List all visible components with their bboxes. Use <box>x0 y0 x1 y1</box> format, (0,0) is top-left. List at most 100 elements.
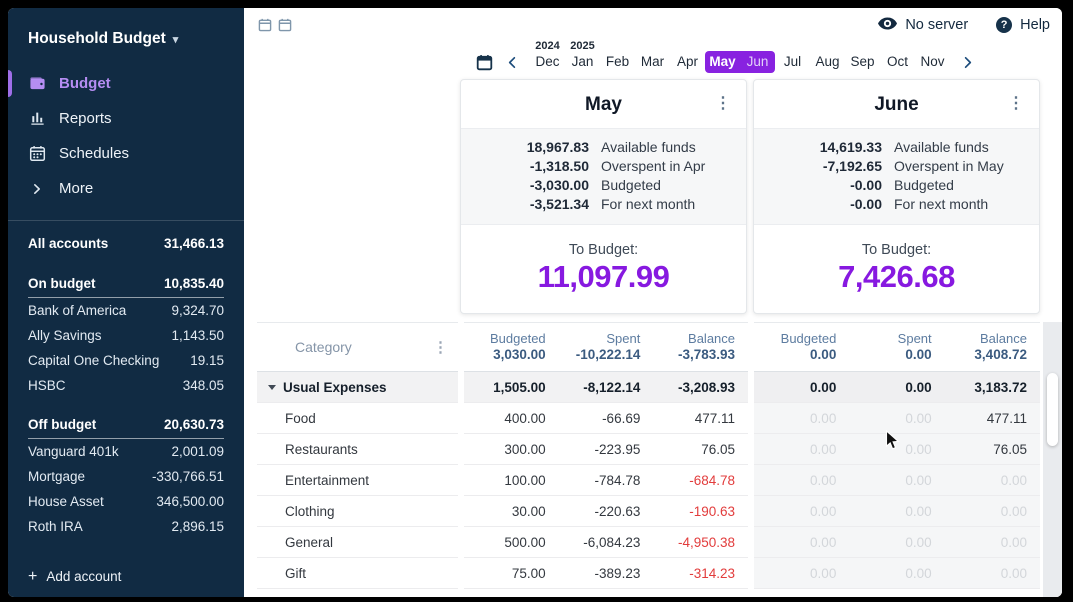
column-total[interactable]: -10,222.14 <box>576 347 641 363</box>
account-row-ally-savings[interactable]: Ally Savings 1,143.50 <box>28 323 224 348</box>
balance-cell[interactable]: -4,950.38 <box>653 527 748 558</box>
spent-cell[interactable]: -66.69 <box>559 403 654 434</box>
budgeted-cell[interactable]: 500.00 <box>464 527 559 558</box>
account-row-hsbc[interactable]: HSBC 348.05 <box>28 373 224 398</box>
category-name-cell[interactable]: Restaurants <box>257 434 458 465</box>
spent-cell[interactable]: -389.23 <box>559 558 654 589</box>
balance-cell[interactable]: 0.00 <box>945 558 1040 589</box>
budgeted-cell[interactable]: 0.00 <box>754 558 849 589</box>
balance-cell[interactable]: -314.23 <box>653 558 748 589</box>
month-mar[interactable]: Mar <box>635 51 670 73</box>
balance-cell[interactable]: 76.05 <box>945 434 1040 465</box>
category-name-cell[interactable]: Clothing <box>257 496 458 527</box>
to-budget-amount[interactable]: 7,426.68 <box>754 259 1039 295</box>
category-row-clothing[interactable]: Clothing 30.00 -220.63 -190.63 0.00 0.00… <box>257 496 1040 527</box>
kebab-menu-icon[interactable]: ⋮ <box>712 93 734 115</box>
category-group-row[interactable]: Usual Expenses 1,505.00 -8,122.14 -3,208… <box>257 372 1040 403</box>
budgeted-cell[interactable]: 300.00 <box>464 434 559 465</box>
balance-cell[interactable]: -190.63 <box>653 496 748 527</box>
budgeted-cell[interactable]: 400.00 <box>464 403 559 434</box>
budgeted-cell[interactable]: 100.00 <box>464 465 559 496</box>
sidebar-item-schedules[interactable]: Schedules <box>8 136 244 171</box>
month-picker-calendar-icon[interactable] <box>474 54 495 73</box>
category-name-cell[interactable]: Food <box>257 403 458 434</box>
budgeted-cell[interactable]: 30.00 <box>464 496 559 527</box>
group-name-cell[interactable]: Usual Expenses <box>257 372 458 403</box>
category-row-gift[interactable]: Gift 75.00 -389.23 -314.23 0.00 0.00 0.0… <box>257 558 1040 589</box>
month-aug[interactable]: Aug <box>810 51 845 73</box>
account-row-capital-one-checking[interactable]: Capital One Checking 19.15 <box>28 348 224 373</box>
previous-months-button[interactable] <box>495 55 530 73</box>
month-sep[interactable]: Sep <box>845 51 880 73</box>
balance-cell[interactable]: 0.00 <box>945 527 1040 558</box>
month-apr[interactable]: Apr <box>670 51 705 73</box>
category-row-entertainment[interactable]: Entertainment 100.00 -784.78 -684.78 0.0… <box>257 465 1040 496</box>
month-dec[interactable]: 2024 Dec <box>530 51 565 73</box>
category-name-cell[interactable]: General <box>257 527 458 558</box>
off-budget-row[interactable]: Off budget 20,630.73 <box>28 410 224 439</box>
balance-cell[interactable]: 0.00 <box>945 465 1040 496</box>
column-total[interactable]: 3,030.00 <box>493 347 546 363</box>
two-month-view-button[interactable] <box>278 18 292 32</box>
category-name-cell[interactable]: Gift <box>257 558 458 589</box>
account-row-vanguard-401k[interactable]: Vanguard 401k 2,001.09 <box>28 439 224 464</box>
help-button[interactable]: ? Help <box>996 17 1050 33</box>
column-total[interactable]: 0.00 <box>905 347 931 363</box>
budgeted-cell[interactable]: 0.00 <box>754 496 849 527</box>
spent-cell[interactable]: 0.00 <box>849 496 944 527</box>
spent-cell[interactable]: -784.78 <box>559 465 654 496</box>
spent-cell[interactable]: 0.00 <box>849 558 944 589</box>
budgeted-cell[interactable]: 75.00 <box>464 558 559 589</box>
column-total[interactable]: -3,783.93 <box>678 347 735 363</box>
account-row-bank-of-america[interactable]: Bank of America 9,324.70 <box>28 298 224 323</box>
sidebar-item-reports[interactable]: Reports <box>8 101 244 136</box>
category-row-restaurants[interactable]: Restaurants 300.00 -223.95 76.05 0.00 0.… <box>257 434 1040 465</box>
column-total[interactable]: 0.00 <box>810 347 836 363</box>
month-feb[interactable]: Feb <box>600 51 635 73</box>
spent-cell[interactable]: 0.00 <box>849 527 944 558</box>
budgeted-cell[interactable]: 0.00 <box>754 527 849 558</box>
add-account-button[interactable]: + Add account <box>28 569 121 584</box>
budgeted-cell[interactable]: 0.00 <box>754 403 849 434</box>
spent-cell[interactable]: 0.00 <box>849 465 944 496</box>
one-month-view-button[interactable] <box>258 18 272 32</box>
month-jan[interactable]: 2025 Jan <box>565 51 600 73</box>
category-row-food[interactable]: Food 400.00 -66.69 477.11 0.00 0.00 477.… <box>257 403 1040 434</box>
balance-cell[interactable]: 0.00 <box>945 496 1040 527</box>
budgeted-cell[interactable]: 0.00 <box>754 465 849 496</box>
next-months-button[interactable] <box>950 55 985 73</box>
balance-cell[interactable]: 477.11 <box>945 403 1040 434</box>
spent-cell[interactable]: -223.95 <box>559 434 654 465</box>
sidebar-item-budget[interactable]: Budget <box>8 66 244 101</box>
month-nov[interactable]: Nov <box>915 51 950 73</box>
spent-cell[interactable]: -6,084.23 <box>559 527 654 558</box>
account-row-roth-ira[interactable]: Roth IRA 2,896.15 <box>28 514 224 539</box>
month-jul[interactable]: Jul <box>775 51 810 73</box>
balance-cell[interactable]: 76.05 <box>653 434 748 465</box>
month-oct[interactable]: Oct <box>880 51 915 73</box>
budgeted-cell[interactable]: 0.00 <box>754 434 849 465</box>
category-name-cell[interactable]: Entertainment <box>257 465 458 496</box>
to-budget-amount[interactable]: 11,097.99 <box>461 259 746 295</box>
balance-cell[interactable]: -684.78 <box>653 465 748 496</box>
no-server-button[interactable]: No server <box>878 17 968 34</box>
collapse-triangle-icon[interactable] <box>268 385 276 390</box>
vertical-scrollbar-track[interactable] <box>1043 322 1062 597</box>
spent-cell[interactable]: 0.00 <box>849 403 944 434</box>
account-row-mortgage[interactable]: Mortgage -330,766.51 <box>28 464 224 489</box>
sidebar-item-more[interactable]: More <box>8 171 244 206</box>
month-may-selected[interactable]: May <box>705 51 740 73</box>
kebab-menu-icon[interactable]: ⋮ <box>1005 93 1027 115</box>
column-total[interactable]: 3,408.72 <box>974 347 1027 363</box>
spent-cell[interactable]: 0.00 <box>849 434 944 465</box>
spent-cell[interactable]: -220.63 <box>559 496 654 527</box>
budget-file-switcher[interactable]: Household Budget ▾ <box>8 8 244 58</box>
kebab-menu-icon[interactable]: ⋮ <box>433 338 448 356</box>
balance-cell[interactable]: 477.11 <box>653 403 748 434</box>
all-accounts-row[interactable]: All accounts 31,466.13 <box>28 229 224 257</box>
on-budget-row[interactable]: On budget 10,835.40 <box>28 269 224 298</box>
account-row-house-asset[interactable]: House Asset 346,500.00 <box>28 489 224 514</box>
category-row-general[interactable]: General 500.00 -6,084.23 -4,950.38 0.00 … <box>257 527 1040 558</box>
vertical-scrollbar-thumb[interactable] <box>1047 373 1058 446</box>
month-jun-selected[interactable]: Jun <box>740 51 775 73</box>
